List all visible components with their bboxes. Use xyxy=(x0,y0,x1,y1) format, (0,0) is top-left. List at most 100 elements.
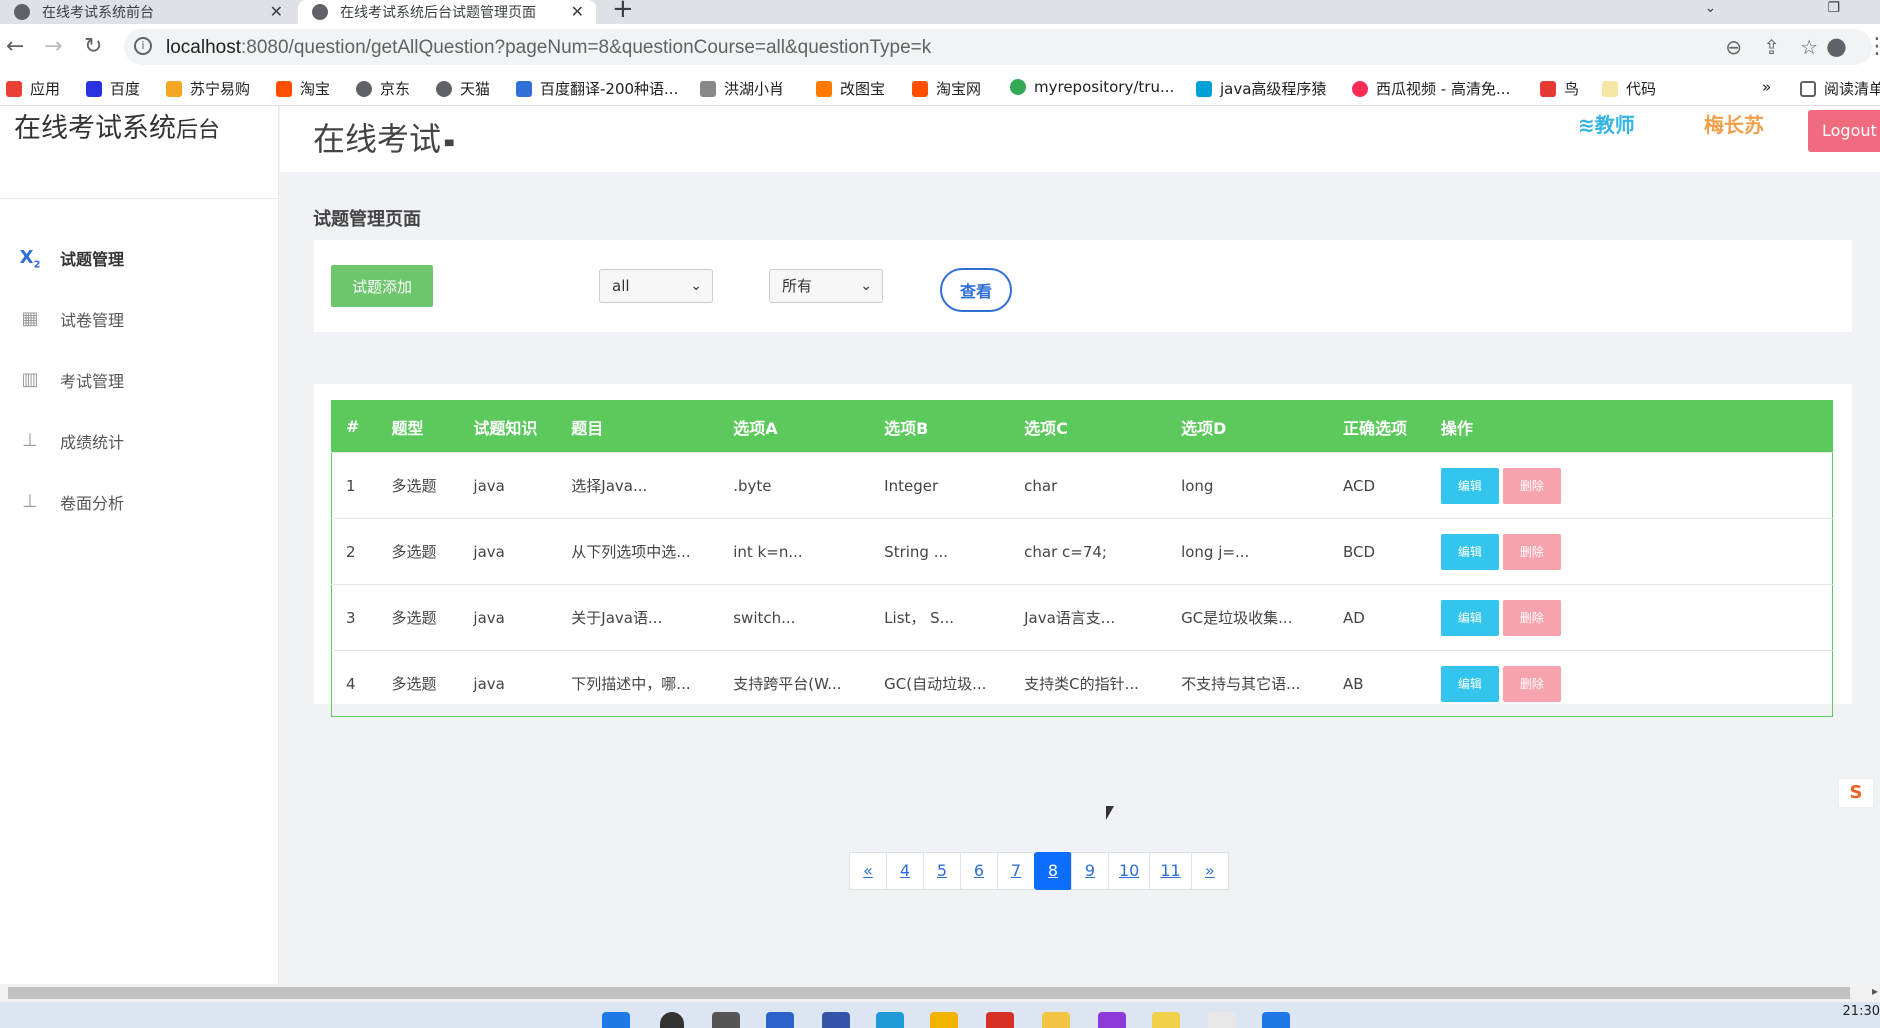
bookmark-item[interactable]: 天猫 xyxy=(436,78,490,99)
table-cell: char xyxy=(1010,452,1168,519)
add-question-button[interactable]: 试题添加 xyxy=(331,265,433,307)
ide-icon[interactable] xyxy=(1098,1012,1126,1028)
task-view-icon[interactable] xyxy=(712,1012,740,1028)
bookmark-item[interactable]: 西瓜视频 - 高清免... xyxy=(1352,78,1510,99)
column-header: 正确选项 xyxy=(1329,400,1427,453)
table-row: 1 多选题 java 选择Java... .byte Integer char … xyxy=(331,452,1833,519)
grid-icon: ▦ xyxy=(21,308,39,329)
tv-icon xyxy=(1196,80,1212,97)
page-prev[interactable]: « xyxy=(849,852,887,890)
edit-button[interactable]: 编辑 xyxy=(1440,599,1499,636)
browser-tab-frontend[interactable]: 在线考试系统前台 ✕ xyxy=(0,0,295,24)
ime-icon[interactable]: S xyxy=(1838,778,1874,808)
page-link-7[interactable]: 7 xyxy=(997,852,1035,890)
scrollbar-thumb[interactable] xyxy=(8,987,1850,999)
scroll-right-icon[interactable]: ▸ xyxy=(1872,984,1878,998)
table-cell: AD xyxy=(1329,584,1427,651)
app-root: 在线考试系统后台 X2 试题管理 ▦ 试卷管理 ▥ 考试管理 ⊥ 成绩统计 ⊥ … xyxy=(0,106,1880,984)
table-cell: char c=74; xyxy=(1010,518,1168,585)
sitemap-icon: ⊥ xyxy=(22,430,38,451)
url-text[interactable]: localhost:8080/question/getAllQuestion?p… xyxy=(166,37,931,59)
delete-button[interactable]: 删除 xyxy=(1502,533,1561,570)
question-type-select[interactable]: 所有 ⌄ xyxy=(769,269,883,303)
logout-button[interactable]: Logout xyxy=(1808,110,1880,152)
bookmark-item[interactable]: 京东 xyxy=(356,78,410,99)
star-icon[interactable]: ☆ xyxy=(1800,35,1818,59)
page-next[interactable]: » xyxy=(1190,852,1229,890)
site-info-icon[interactable]: i xyxy=(134,37,152,55)
table-cell: GC(自动垃圾... xyxy=(870,650,1011,717)
search-icon[interactable] xyxy=(660,1012,684,1028)
bookmark-item[interactable]: 淘宝 xyxy=(276,78,330,99)
page-link-5[interactable]: 5 xyxy=(923,852,961,890)
horizontal-scrollbar[interactable]: ▸ xyxy=(0,984,1880,1002)
bookmark-item[interactable]: 百度翻译-200种语... xyxy=(516,78,678,99)
bookmark-item[interactable]: 改图宝 xyxy=(816,78,885,99)
bookmark-item[interactable]: 洪湖小肖 xyxy=(700,78,784,99)
table-cell: 3 xyxy=(331,584,378,651)
edit-button[interactable]: 编辑 xyxy=(1440,533,1499,570)
baidu-icon xyxy=(86,80,102,97)
table-cell: int k=n... xyxy=(719,518,871,585)
course-select[interactable]: all ⌄ xyxy=(599,269,713,303)
start-menu-icon[interactable] xyxy=(602,1012,630,1028)
menu-icon[interactable]: ⋮ xyxy=(1866,34,1880,59)
close-tab-icon[interactable]: ✕ xyxy=(571,2,584,21)
browser-tab-admin[interactable]: 在线考试系统后台试题管理页面 ✕ xyxy=(298,0,596,24)
window-controls-icon[interactable]: ⌄ ❐ xyxy=(1704,0,1840,16)
column-header: 操作 xyxy=(1426,400,1833,453)
chrome-icon[interactable] xyxy=(930,1012,958,1028)
edit-button[interactable]: 编辑 xyxy=(1440,665,1499,702)
new-tab-button[interactable]: + xyxy=(612,0,634,24)
edge-icon[interactable] xyxy=(876,1012,904,1028)
page-link-6[interactable]: 6 xyxy=(960,852,998,890)
sidebar-item-scores[interactable]: ⊥ 成绩统计 xyxy=(0,421,279,461)
table-cell: Java语言支... xyxy=(1010,584,1168,651)
bookmark-item[interactable]: java高级程序猿 xyxy=(1196,78,1326,99)
zoom-icon[interactable]: ⊖ xyxy=(1725,35,1742,59)
delete-button[interactable]: 删除 xyxy=(1502,467,1561,504)
bookmark-item[interactable]: 淘宝网 xyxy=(912,78,981,99)
bookmark-item[interactable]: 百度 xyxy=(86,78,140,99)
delete-button[interactable]: 删除 xyxy=(1502,665,1561,702)
reload-icon[interactable]: ↻ xyxy=(84,34,102,59)
file-explorer-icon[interactable] xyxy=(1042,1012,1070,1028)
folder-icon[interactable] xyxy=(1152,1012,1180,1028)
app-icon[interactable] xyxy=(1262,1012,1290,1028)
app-icon[interactable] xyxy=(1208,1012,1236,1028)
table-cell: 多选题 xyxy=(377,452,460,519)
bookmark-apps[interactable]: 应用 xyxy=(6,78,60,99)
chrome-active-icon[interactable] xyxy=(986,1012,1014,1028)
sidebar-item-analysis[interactable]: ⊥ 卷面分析 xyxy=(0,482,279,522)
column-header: 试题知识 xyxy=(459,400,558,453)
close-tab-icon[interactable]: ✕ xyxy=(270,2,283,21)
column-header: 选项A xyxy=(719,400,871,453)
page-link-10[interactable]: 10 xyxy=(1108,852,1151,890)
forward-icon[interactable]: → xyxy=(44,34,62,59)
bookmark-item[interactable]: 苏宁易购 xyxy=(166,78,250,99)
view-button[interactable]: 查看 xyxy=(940,268,1012,312)
delete-button[interactable]: 删除 xyxy=(1502,599,1561,636)
page-link-9[interactable]: 9 xyxy=(1071,852,1109,890)
back-icon[interactable]: ← xyxy=(6,34,24,59)
bookmark-item[interactable]: 代码 xyxy=(1602,78,1656,99)
edit-button[interactable]: 编辑 xyxy=(1440,467,1499,504)
sidebar-item-questions[interactable]: X2 试题管理 xyxy=(0,238,279,278)
brand-logo: 在线考试系统后台 xyxy=(14,113,221,144)
address-bar[interactable]: i localhost:8080/question/getAllQuestion… xyxy=(124,29,1872,65)
widgets-icon[interactable] xyxy=(766,1012,794,1028)
bookmark-item[interactable]: myrepository/tru... xyxy=(1010,78,1174,96)
bookmarks-more[interactable]: » xyxy=(1762,78,1771,96)
reading-list[interactable]: 阅读清单 xyxy=(1800,78,1880,99)
sidebar-item-exams[interactable]: ▥ 考试管理 xyxy=(0,360,279,400)
app-icon[interactable] xyxy=(822,1012,850,1028)
system-clock[interactable]: 21:30 xyxy=(1843,1004,1880,1019)
sidebar-item-papers[interactable]: ▦ 试卷管理 xyxy=(0,299,279,339)
share-icon[interactable]: ⇪ xyxy=(1763,35,1780,59)
page-link-current[interactable]: 8 xyxy=(1034,852,1072,890)
page-link-11[interactable]: 11 xyxy=(1149,852,1192,890)
actions-cell: 编辑 删除 xyxy=(1426,584,1833,651)
page-link-4[interactable]: 4 xyxy=(886,852,924,890)
profile-avatar-icon[interactable]: ● xyxy=(1826,32,1847,60)
bookmark-item[interactable]: 鸟 xyxy=(1540,78,1579,99)
